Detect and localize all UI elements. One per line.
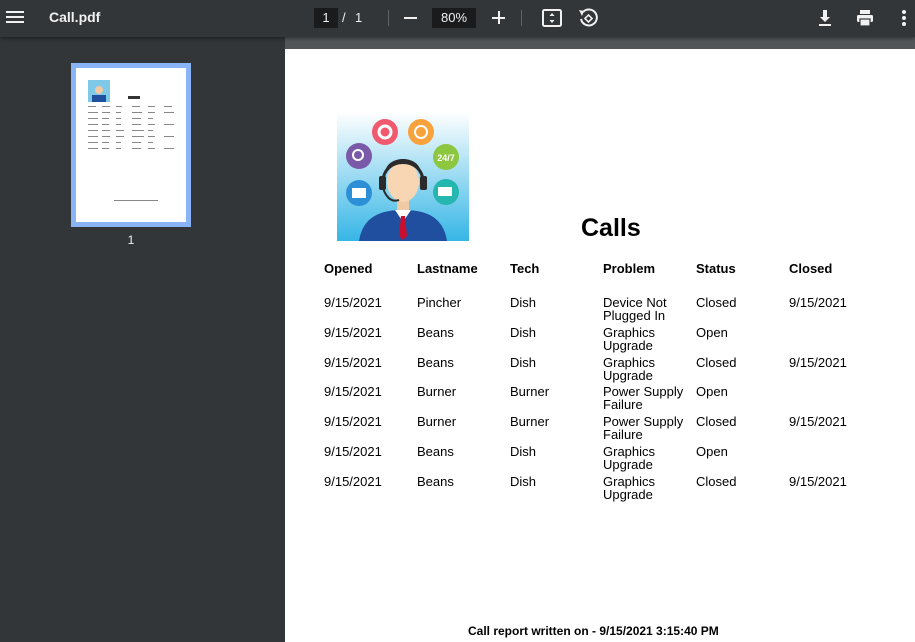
page-thumbnail[interactable] [71,63,191,227]
rotate-icon[interactable] [576,6,600,30]
zoom-input[interactable]: 80% [432,8,476,28]
more-vert-icon[interactable] [892,6,915,30]
page-total: 1 [355,10,363,25]
column-header-status: Status [696,261,736,276]
cell-status: Open [696,444,728,459]
support-agent-logo: 24/7 [337,112,469,241]
cell-tech: Dish [510,474,537,489]
column-header-tech: Tech [510,261,540,276]
cell-closed: 9/15/2021 [789,355,847,370]
cell-status: Closed [696,355,737,370]
cell-status: Closed [696,295,737,310]
minus-icon[interactable] [403,9,419,27]
cell-status: Closed [696,414,737,429]
cell-closed: 9/15/2021 [789,295,847,310]
cell-opened: 9/15/2021 [324,414,382,429]
cell-opened: 9/15/2021 [324,444,382,459]
cell-opened: 9/15/2021 [324,325,382,340]
cell-opened: 9/15/2021 [324,384,382,399]
cell-problem-line2: Plugged In [603,308,666,323]
cell-lastname: Beans [417,355,454,370]
cell-lastname: Beans [417,444,454,459]
cell-lastname: Beans [417,474,454,489]
column-header-closed: Closed [789,261,833,276]
cell-problem-line2: Failure [603,427,643,442]
cell-tech: Dish [510,325,537,340]
cell-closed: 9/15/2021 [789,414,847,429]
cell-tech: Dish [510,355,537,370]
cell-status: Open [696,384,728,399]
toolbar-divider [521,10,522,26]
thumbnail-page-label: 1 [127,233,135,247]
cell-tech: Burner [510,384,550,399]
cell-problem-line2: Failure [603,397,643,412]
page-number-input[interactable]: 1 [314,8,338,28]
report-footer: Call report written on - 9/15/2021 3:15:… [468,624,719,638]
badge-24-7: 24/7 [437,153,455,163]
menu-icon[interactable] [6,8,24,28]
toolbar-divider [388,10,389,26]
plus-icon[interactable] [491,9,507,27]
cell-closed: 9/15/2021 [789,474,847,489]
cell-opened: 9/15/2021 [324,295,382,310]
cell-lastname: Beans [417,325,454,340]
download-icon[interactable] [813,6,837,30]
cell-status: Closed [696,474,737,489]
cell-opened: 9/15/2021 [324,355,382,370]
thumbnail-sidebar: 1 [0,37,285,642]
cell-problem-line2: Upgrade [603,457,653,472]
page-separator: / [342,10,346,25]
column-header-problem: Problem [603,261,656,276]
cell-lastname: Burner [417,384,457,399]
cell-status: Open [696,325,728,340]
fit-page-icon[interactable] [540,6,564,30]
column-header-opened: Opened [324,261,373,276]
cell-problem-line2: Upgrade [603,368,653,383]
cell-problem-line2: Upgrade [603,487,653,502]
cell-tech: Dish [510,444,537,459]
pdf-page: 24/7 Calls Opened Lastname Tech Problem … [285,49,915,642]
cell-tech: Burner [510,414,550,429]
file-title: Call.pdf [49,9,101,25]
print-icon[interactable] [853,6,877,30]
cell-lastname: Pincher [417,295,462,310]
pdf-toolbar: Call.pdf 1 / 1 80% [0,0,915,37]
thumbnail-preview [88,80,174,201]
cell-problem-line2: Upgrade [603,338,653,353]
column-header-lastname: Lastname [417,261,478,276]
cell-opened: 9/15/2021 [324,474,382,489]
cell-tech: Dish [510,295,537,310]
document-title: Calls [581,214,641,242]
cell-lastname: Burner [417,414,457,429]
